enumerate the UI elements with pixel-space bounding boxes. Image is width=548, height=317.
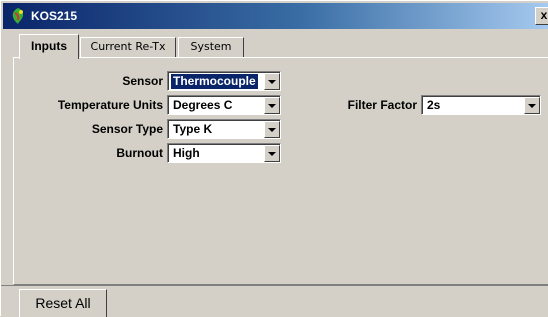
tab-system-label: System bbox=[190, 40, 232, 53]
close-icon[interactable]: x bbox=[535, 7, 548, 25]
tab-current-re-tx-label: Current Re-Tx bbox=[90, 40, 166, 53]
app-window: KOS215 x Inputs Current Re-Tx System Sen… bbox=[0, 0, 548, 317]
window-title: KOS215 bbox=[31, 9, 78, 23]
app-logo-icon bbox=[12, 8, 23, 24]
tab-current-re-tx[interactable]: Current Re-Tx bbox=[80, 37, 176, 57]
tab-inputs-label: Inputs bbox=[31, 39, 67, 53]
tab-inputs[interactable]: Inputs bbox=[19, 34, 79, 59]
title-bar[interactable]: KOS215 x bbox=[3, 3, 548, 29]
inputs-panel bbox=[13, 57, 548, 285]
reset-all-button[interactable]: Reset All bbox=[19, 289, 107, 317]
footer-divider bbox=[1, 285, 548, 286]
tab-system[interactable]: System bbox=[178, 37, 244, 57]
